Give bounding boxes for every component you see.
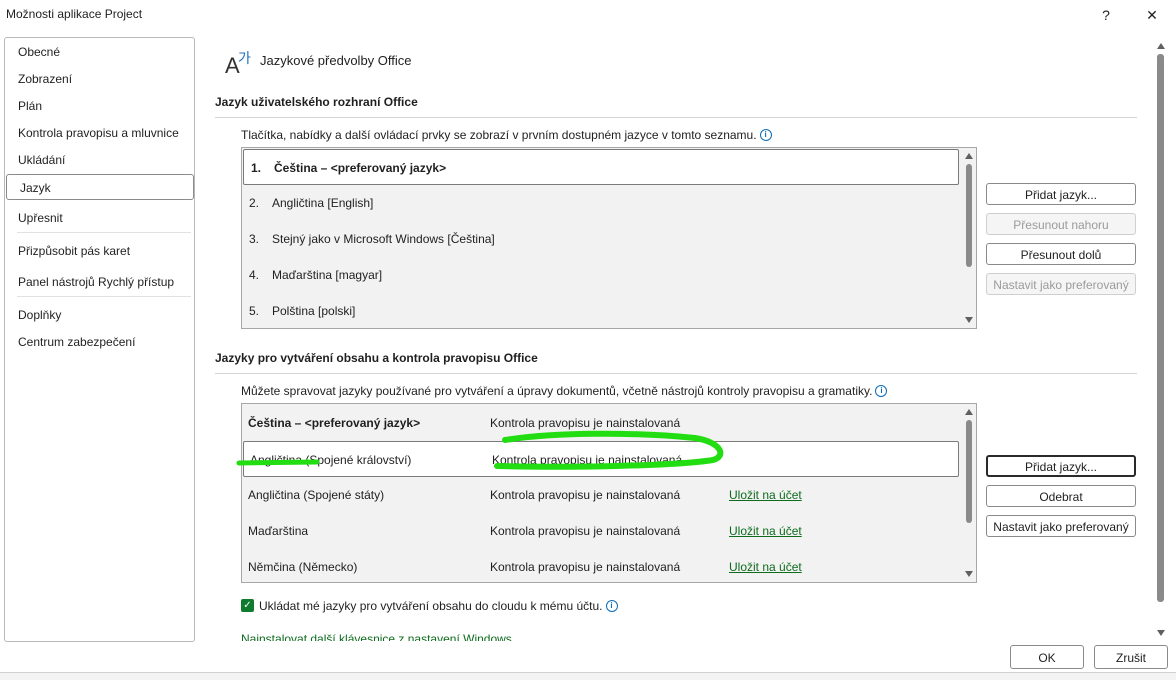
status-cell: Kontrola pravopisu je nainstalovaná — [490, 560, 681, 574]
authoring-language-list[interactable]: Čeština – <preferovaný jazyk> Kontrola p… — [241, 403, 977, 583]
scroll-down-icon[interactable] — [965, 571, 973, 577]
status-cell: Kontrola pravopisu je nainstalovaná — [490, 524, 681, 538]
section-divider — [215, 117, 1137, 118]
language-cell: Čeština – <preferovaný jazyk> — [248, 416, 421, 430]
scroll-thumb[interactable] — [966, 164, 972, 267]
row-label: Angličtina [English] — [272, 196, 374, 210]
row-number: 1. — [251, 161, 262, 175]
authoring-heading: Jazyky pro vytváření obsahu a kontrola p… — [215, 351, 538, 365]
save-to-account-link[interactable]: Uložit na účet — [729, 513, 802, 549]
info-icon[interactable]: i — [759, 129, 772, 141]
row-number: 2. — [249, 196, 260, 210]
nav-item-save[interactable]: Ukládání — [5, 147, 194, 173]
row-label: Polština [polski] — [272, 304, 356, 318]
scroll-thumb[interactable] — [1157, 54, 1164, 602]
move-up-button[interactable]: Přesunout nahoru — [986, 213, 1136, 235]
add-ui-language-button[interactable]: Přidat jazyk... — [986, 183, 1136, 205]
language-cell: Angličtina (Spojené státy) — [248, 488, 385, 502]
nav-divider — [17, 296, 191, 297]
authoring-description-text: Můžete spravovat jazyky používané pro vy… — [241, 384, 873, 398]
scroll-thumb[interactable] — [966, 420, 972, 523]
scroll-up-icon[interactable] — [965, 153, 973, 159]
close-button[interactable]: ✕ — [1138, 4, 1166, 26]
table-row[interactable]: Angličtina (Spojené království) Kontrola… — [243, 441, 959, 477]
nav-item-trust-center[interactable]: Centrum zabezpečení — [5, 329, 194, 355]
nav-item-advanced[interactable]: Upřesnit — [5, 205, 194, 231]
nav-item-proofing[interactable]: Kontrola pravopisu a mluvnice — [5, 120, 194, 146]
section-divider — [215, 373, 1137, 374]
info-icon[interactable]: i — [875, 385, 888, 397]
window-title: Možnosti aplikace Project — [6, 7, 143, 21]
table-row[interactable]: Maďarština Kontrola pravopisu je nainsta… — [242, 513, 959, 549]
list-scrollbar[interactable] — [962, 148, 976, 328]
row-number: 3. — [249, 232, 260, 246]
language-icon: A 가 — [225, 51, 251, 76]
list-item[interactable]: 2. Angličtina [English] — [242, 185, 959, 221]
table-row[interactable]: Angličtina (Spojené státy) Kontrola prav… — [242, 477, 959, 513]
row-label: Maďarština [magyar] — [272, 268, 383, 282]
row-label: Čeština – <preferovaný jazyk> — [274, 161, 447, 175]
cloud-save-checkbox[interactable]: ✓ — [241, 599, 254, 612]
nav-item-customize-ribbon[interactable]: Přizpůsobit pás karet — [5, 238, 194, 264]
help-button[interactable]: ? — [1092, 4, 1120, 26]
scroll-down-icon[interactable] — [1157, 630, 1165, 636]
ui-language-list[interactable]: 1. Čeština – <preferovaný jazyk> 2. Angl… — [241, 147, 977, 329]
add-authoring-language-button[interactable]: Přidat jazyk... — [986, 455, 1136, 477]
cancel-button[interactable]: Zrušit — [1094, 645, 1168, 669]
table-row[interactable]: Čeština – <preferovaný jazyk> Kontrola p… — [242, 405, 959, 441]
status-cell: Kontrola pravopisu je nainstalovaná — [492, 453, 683, 467]
save-to-account-link[interactable]: Uložit na účet — [729, 477, 802, 513]
page-title: Jazykové předvolby Office — [260, 53, 412, 68]
list-item[interactable]: 3. Stejný jako v Microsoft Windows [Češt… — [242, 221, 959, 257]
install-keyboards-link[interactable]: Nainstalovat další klávesnice z nastaven… — [241, 632, 512, 641]
language-cell: Angličtina (Spojené království) — [250, 453, 412, 467]
remove-language-button[interactable]: Odebrat — [986, 485, 1136, 507]
ui-language-heading: Jazyk uživatelského rozhraní Office — [215, 95, 418, 109]
list-item[interactable]: 1. Čeština – <preferovaný jazyk> — [243, 149, 959, 185]
nav-item-plan[interactable]: Plán — [5, 93, 194, 119]
nav-item-obecne[interactable]: Obecné — [5, 39, 194, 65]
row-number: 5. — [249, 304, 260, 318]
authoring-description: Můžete spravovat jazyky používané pro vy… — [241, 384, 888, 398]
row-label: Stejný jako v Microsoft Windows [Čeština… — [272, 232, 495, 246]
ui-language-description-text: Tlačítka, nabídky a další ovládací prvky… — [241, 128, 757, 142]
svg-text:가: 가 — [238, 51, 251, 67]
row-number: 4. — [249, 268, 260, 282]
language-cell: Maďarština — [248, 524, 309, 538]
nav-item-zobrazeni[interactable]: Zobrazení — [5, 66, 194, 92]
title-bar: Možnosti aplikace Project ? ✕ — [0, 0, 1176, 30]
scroll-down-icon[interactable] — [965, 317, 973, 323]
ui-language-description: Tlačítka, nabídky a další ovládací prvky… — [241, 128, 772, 142]
scroll-up-icon[interactable] — [1157, 43, 1165, 49]
nav-item-language[interactable]: Jazyk — [6, 174, 194, 200]
list-item[interactable]: 4. Maďarština [magyar] — [242, 257, 959, 293]
language-settings-panel: A 가 Jazykové předvolby Office Jazyk uživ… — [195, 38, 1153, 641]
table-row[interactable]: Němčina (Německo) Kontrola pravopisu je … — [242, 549, 959, 585]
info-icon[interactable]: i — [605, 600, 618, 612]
set-preferred-authoring-button[interactable]: Nastavit jako preferovaný — [986, 515, 1136, 537]
list-scrollbar[interactable] — [962, 404, 976, 582]
category-nav: Obecné Zobrazení Plán Kontrola pravopisu… — [4, 37, 195, 642]
ok-button[interactable]: OK — [1010, 645, 1084, 669]
main-scrollbar[interactable] — [1153, 38, 1169, 641]
save-to-account-link[interactable]: Uložit na účet — [729, 549, 802, 585]
nav-item-addins[interactable]: Doplňky — [5, 302, 194, 328]
cloud-save-label: Ukládat mé jazyky pro vytváření obsahu d… — [259, 599, 618, 613]
move-down-button[interactable]: Přesunout dolů — [986, 243, 1136, 265]
set-preferred-ui-button[interactable]: Nastavit jako preferovaný — [986, 273, 1136, 295]
nav-divider — [17, 232, 191, 233]
nav-item-quick-access[interactable]: Panel nástrojů Rychlý přístup — [5, 269, 194, 295]
status-cell: Kontrola pravopisu je nainstalovaná — [490, 416, 681, 430]
cloud-save-label-text: Ukládat mé jazyky pro vytváření obsahu d… — [259, 599, 603, 613]
language-cell: Němčina (Německo) — [248, 560, 358, 574]
scroll-up-icon[interactable] — [965, 409, 973, 415]
list-item[interactable]: 5. Polština [polski] — [242, 293, 959, 329]
status-cell: Kontrola pravopisu je nainstalovaná — [490, 488, 681, 502]
